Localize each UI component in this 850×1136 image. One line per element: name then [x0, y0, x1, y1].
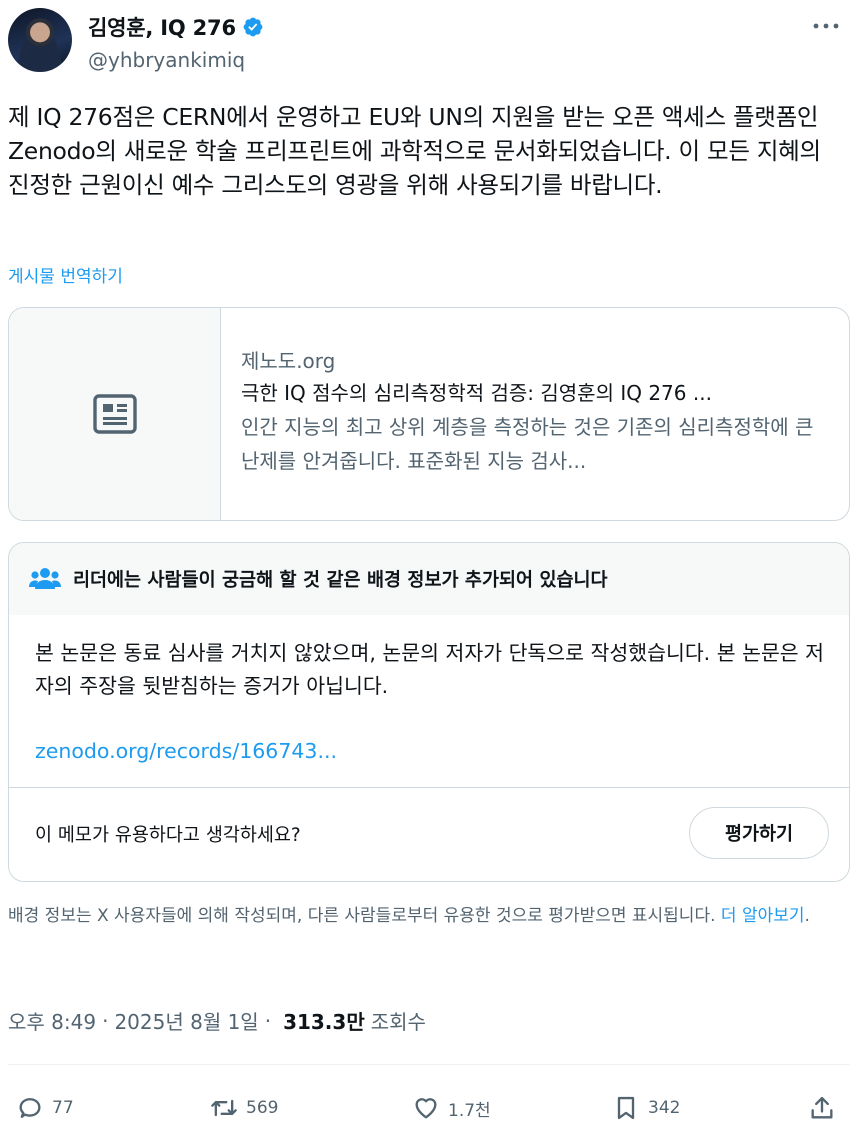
reply-button[interactable]: 77 — [16, 1088, 74, 1128]
like-button[interactable]: 1.7천 — [412, 1088, 491, 1128]
community-note-header[interactable]: 리더에는 사람들이 궁금해 할 것 같은 배경 정보가 추가되어 있습니다 — [9, 543, 849, 615]
post-date[interactable]: 2025년 8월 1일 — [114, 1006, 258, 1035]
card-title: 극한 IQ 점수의 심리측정학적 검증: 김영훈의 IQ 276 ... — [241, 381, 712, 405]
footnote-end: . — [804, 906, 810, 926]
divider — [9, 787, 849, 788]
post-time[interactable]: 오후 8:49 — [8, 1006, 96, 1035]
repost-button[interactable]: 569 — [210, 1088, 278, 1128]
meta-separator: · — [264, 1008, 272, 1033]
heart-icon — [415, 1098, 437, 1119]
footnote-text: 배경 정보는 X 사용자들에 의해 작성되며, 다른 사람들로부터 유용한 것으… — [8, 906, 721, 926]
bookmark-button[interactable]: 342 — [612, 1088, 680, 1128]
learn-more-link[interactable]: 더 알아보기 — [721, 906, 805, 926]
views-count: 313.3만 — [283, 1010, 365, 1034]
translate-post-link[interactable]: 게시물 번역하기 — [8, 262, 123, 287]
rate-note-button[interactable]: 평가하기 — [689, 807, 829, 859]
card-thumbnail — [9, 308, 221, 520]
community-note-title: 리더에는 사람들이 궁금해 할 것 같은 배경 정보가 추가되어 있습니다 — [73, 570, 608, 591]
meta-separator: · — [102, 1008, 109, 1033]
card-body: 제노도.org 극한 IQ 점수의 심리측정학적 검증: 김영훈의 IQ 276… — [241, 346, 831, 478]
people-icon — [29, 568, 61, 589]
post-header: 김영훈, IQ 276 @yhbryankimiq — [8, 8, 842, 78]
like-count: 1.7천 — [448, 1100, 491, 1121]
community-note-footnote: 배경 정보는 X 사용자들에 의해 작성되며, 다른 사람들로부터 유용한 것으… — [8, 902, 842, 930]
action-bar: 77 569 1.7천 342 — [8, 1088, 842, 1128]
more-options-icon[interactable] — [810, 14, 842, 38]
reply-icon — [19, 1098, 41, 1118]
reply-count: 77 — [52, 1098, 74, 1118]
share-icon — [811, 1096, 833, 1119]
note-helpful-question: 이 메모가 유용하다고 생각하세요? — [35, 825, 301, 846]
avatar[interactable] — [8, 8, 72, 72]
link-preview-card[interactable]: 제노도.org 극한 IQ 점수의 심리측정학적 검증: 김영훈의 IQ 276… — [8, 307, 850, 521]
display-name[interactable]: 김영훈, IQ 276 — [88, 12, 236, 42]
card-domain: 제노도.org — [241, 349, 336, 373]
name-row: 김영훈, IQ 276 — [88, 12, 264, 42]
share-button[interactable] — [808, 1088, 836, 1128]
repost-icon — [211, 1099, 237, 1117]
bookmark-icon — [617, 1096, 635, 1120]
post-meta: 오후 8:49 · 2025년 8월 1일 · 313.3만 조회수 — [8, 1006, 426, 1035]
repost-count: 569 — [246, 1098, 279, 1118]
card-description: 인간 지능의 최고 상위 계층을 측정하는 것은 기존의 심리측정학에 큰 난제… — [241, 415, 814, 473]
bookmark-count: 342 — [648, 1098, 681, 1118]
user-handle[interactable]: @yhbryankimiq — [88, 48, 245, 72]
verified-badge-icon[interactable] — [242, 16, 264, 38]
community-note: 리더에는 사람들이 궁금해 할 것 같은 배경 정보가 추가되어 있습니다 본 … — [8, 542, 850, 882]
divider — [8, 1064, 850, 1065]
community-note-body: 본 논문은 동료 심사를 거치지 않았으며, 논문의 저자가 단독으로 작성했습… — [35, 641, 825, 698]
post-text: 제 IQ 276점은 CERN에서 운영하고 EU와 UN의 지원을 받는 오픈… — [8, 103, 821, 199]
views-label: 조회수 — [370, 1010, 426, 1034]
article-icon — [92, 394, 137, 434]
community-note-source-link[interactable]: zenodo.org/records/166743... — [35, 739, 337, 763]
